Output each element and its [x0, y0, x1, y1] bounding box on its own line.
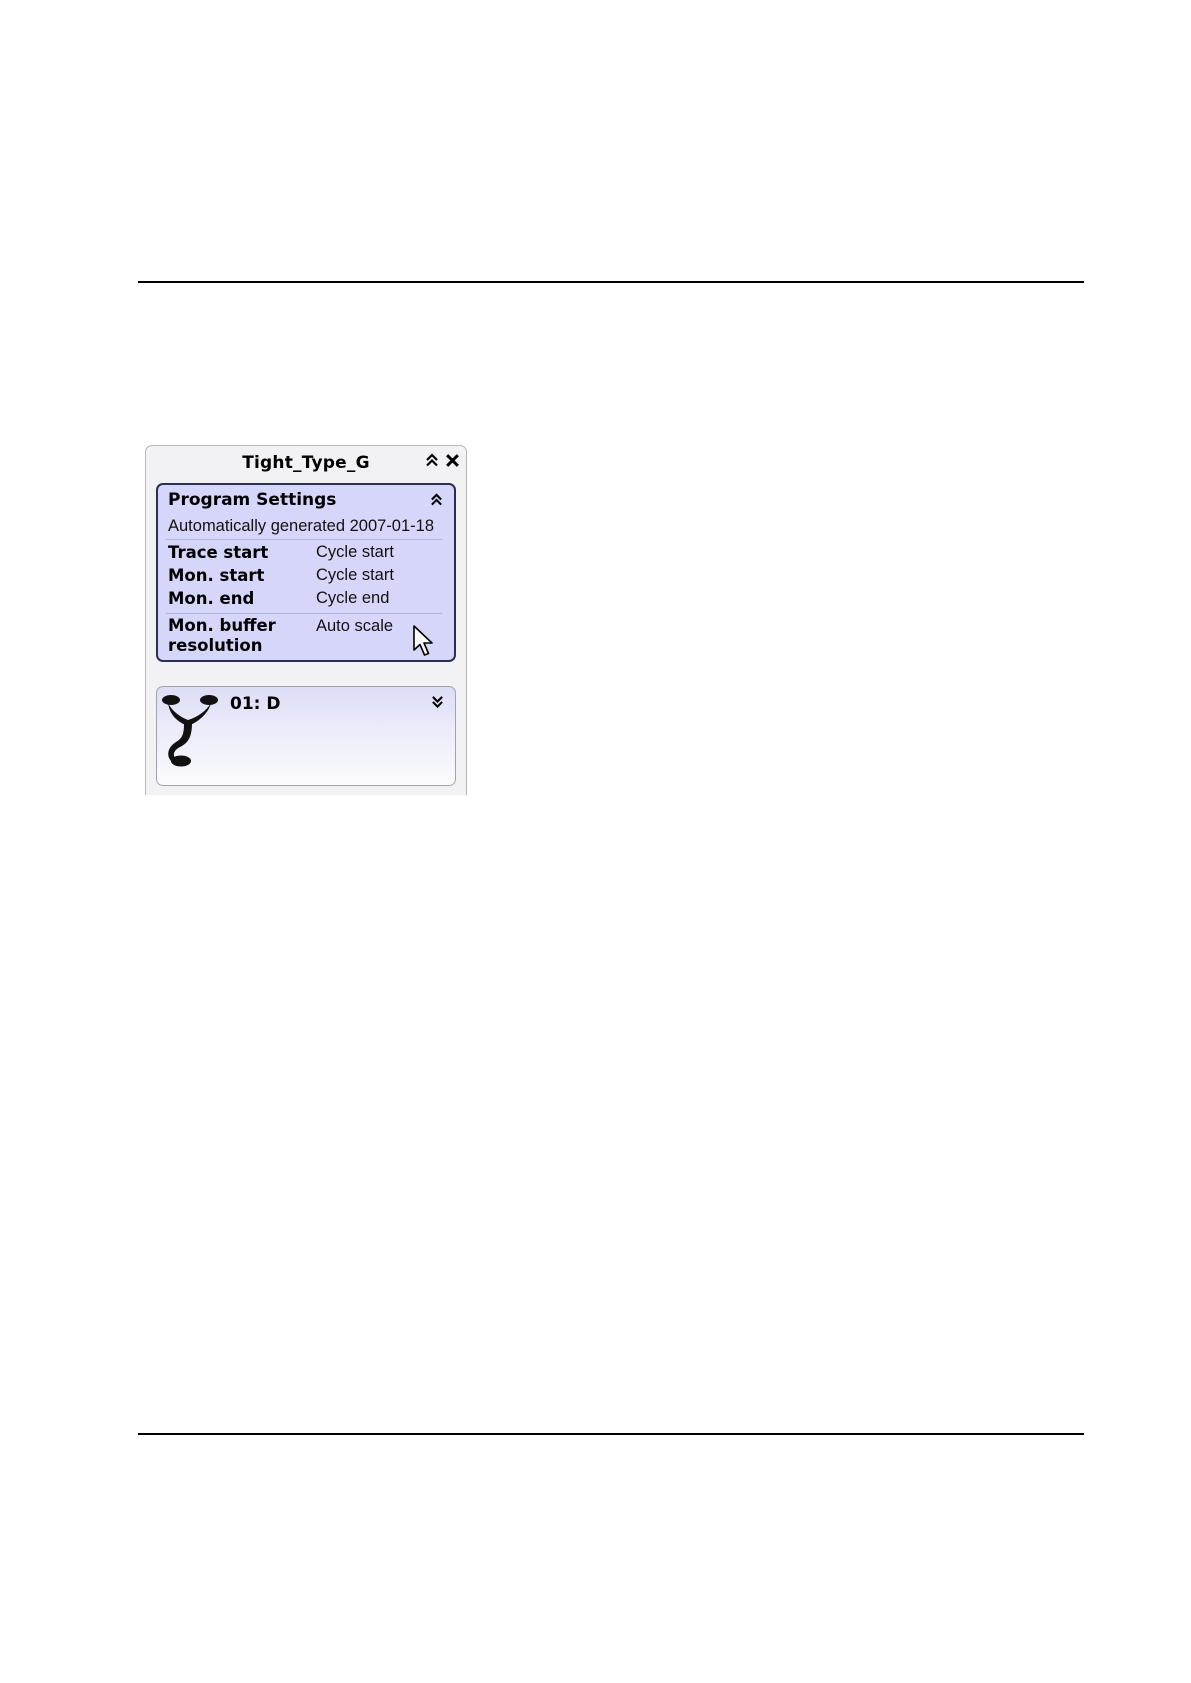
settings-description: Automatically generated 2007-01-18 — [168, 517, 435, 535]
divider — [166, 539, 442, 540]
step-title: 01: D — [230, 694, 281, 714]
setting-label: Mon. end — [168, 589, 255, 608]
close-icon — [445, 453, 459, 467]
double-chevron-up-icon — [426, 453, 438, 467]
double-chevron-up-icon — [430, 492, 442, 505]
expand-step-button[interactable] — [429, 693, 445, 709]
program-panel: Tight_Type_G Program Settings Automatica… — [145, 445, 467, 795]
collapse-settings-button[interactable] — [428, 491, 444, 507]
setting-value[interactable]: Auto scale — [316, 616, 393, 637]
setting-label: Trace start — [168, 543, 269, 562]
header-rule — [138, 281, 1084, 283]
close-panel-button[interactable] — [443, 451, 461, 469]
setting-value[interactable]: Cycle start — [316, 542, 394, 563]
collapse-panel-button[interactable] — [423, 451, 441, 469]
setting-row-trace-start[interactable]: Trace start Cycle start — [168, 542, 444, 564]
program-settings-header: Program Settings — [168, 490, 337, 510]
footer-rule — [138, 1433, 1084, 1435]
setting-row-mon-start[interactable]: Mon. start Cycle start — [168, 565, 444, 587]
mouse-pointer-icon — [413, 625, 433, 656]
setting-value[interactable]: Cycle start — [316, 565, 394, 586]
branch-fork-icon — [162, 695, 218, 767]
setting-value[interactable]: Cycle end — [316, 588, 389, 609]
double-chevron-down-icon — [431, 695, 443, 708]
panel-title: Tight_Type_G — [242, 453, 370, 473]
setting-label: Mon. buffer resolution — [168, 616, 276, 655]
divider — [166, 613, 442, 614]
program-settings-card: Program Settings Automatically generated… — [156, 483, 456, 662]
setting-row-mon-buffer-resolution[interactable]: Mon. buffer resolution Auto scale — [168, 616, 444, 660]
step-card[interactable]: 01: D — [156, 686, 456, 786]
setting-row-mon-end[interactable]: Mon. end Cycle end — [168, 588, 444, 610]
setting-label: Mon. start — [168, 566, 265, 585]
